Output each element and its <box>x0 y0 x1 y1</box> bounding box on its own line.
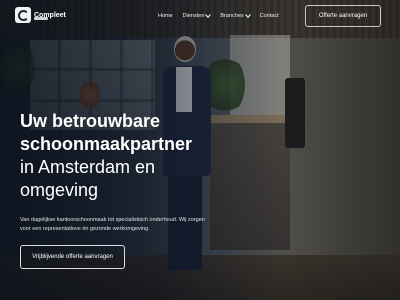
chevron-down-icon <box>205 12 212 18</box>
nav-item-label: Diensten <box>182 13 205 19</box>
hero-description: Van dagelijkse kantoorschoonmaak tot spe… <box>20 217 205 232</box>
hero-title-rest: in Amsterdam en omgeving <box>20 157 156 200</box>
nav-item-label: Home <box>158 13 173 19</box>
hero-title: Uw betrouwbare schoonmaakpartner in Amst… <box>20 110 210 202</box>
nav-item-label: Branches <box>220 13 244 19</box>
nav-item-branches[interactable]: Branches <box>220 12 251 19</box>
free-quote-button[interactable]: Vrijblijvende offerte aanvragen <box>20 245 125 269</box>
main-nav: Home Diensten Branches Contact <box>158 12 279 19</box>
nav-item-diensten[interactable]: Diensten <box>182 12 212 19</box>
hero-section: Compleet Home Diensten Branches Contact … <box>0 0 400 300</box>
brand-logo[interactable]: Compleet <box>15 7 66 23</box>
request-quote-button[interactable]: Offerte aanvragen <box>305 5 381 27</box>
nav-item-contact[interactable]: Contact <box>260 13 279 19</box>
logo-icon <box>15 7 31 23</box>
chevron-down-icon <box>244 12 251 18</box>
nav-item-label: Contact <box>259 13 279 19</box>
hero-title-strong: Uw betrouwbare schoonmaakpartner <box>20 111 193 154</box>
nav-item-home[interactable]: Home <box>158 13 173 19</box>
site-header: Compleet Home Diensten Branches Contact … <box>0 0 400 36</box>
logo-underline <box>34 17 48 20</box>
